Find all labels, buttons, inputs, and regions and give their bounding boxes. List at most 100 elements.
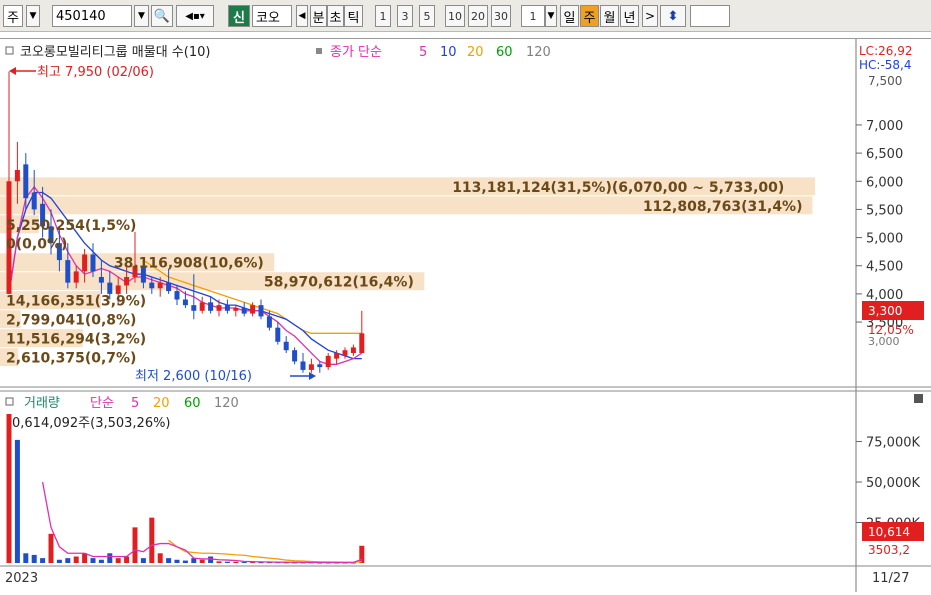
volume-bar <box>199 559 205 563</box>
low-annotation: 최저 2,600 (10/16) <box>135 369 252 384</box>
volume-bar <box>157 553 163 563</box>
interval-button-20[interactable]: 20 <box>468 5 488 27</box>
stock-name-field[interactable]: 코오 <box>252 5 292 27</box>
ma-legend-120: 120 <box>526 45 551 60</box>
candle-body <box>350 347 356 354</box>
candle-body <box>23 164 29 199</box>
candle-body <box>283 341 289 351</box>
new-listing-badge[interactable]: 신 <box>228 5 250 27</box>
candle-body <box>124 277 130 286</box>
interval-button-5[interactable]: 5 <box>419 5 435 27</box>
candle-body <box>334 353 340 359</box>
market-dropdown-icon[interactable]: ▼ <box>26 5 40 27</box>
volume-bar <box>56 559 62 563</box>
market-select[interactable]: 주 <box>3 5 23 27</box>
period-button-tick[interactable]: 틱 <box>344 5 363 27</box>
candle-body <box>342 350 348 356</box>
candle-body <box>65 260 71 283</box>
panel-close-icon[interactable] <box>914 394 923 403</box>
candle-body <box>216 305 222 311</box>
volume-bar <box>174 559 180 563</box>
volume-profile-label: 14,166,351(3,9%) <box>6 294 146 310</box>
interval-button-1[interactable]: 1 <box>375 5 391 27</box>
ma-legend-close: 종가 단순 <box>330 45 382 60</box>
volume-profile-label: 112,808,763(31,4%) <box>643 199 803 215</box>
volume-bar <box>115 558 121 563</box>
volume-legend-ma: 단순 <box>90 396 114 411</box>
x-axis-end-label: 11/27 <box>872 571 909 586</box>
unit-button-week[interactable]: 주 <box>580 5 599 27</box>
extra-input[interactable] <box>690 5 730 27</box>
interval-button-10[interactable]: 10 <box>445 5 465 27</box>
chart-svg[interactable]: 113,181,124(31,5%)(6,070,00 ~ 5,733,00) 1… <box>0 39 931 592</box>
market-label: 주 <box>7 10 19 26</box>
volume-bar <box>140 558 146 563</box>
volume-bar <box>48 533 54 563</box>
volume-profile-label: 2,799,041(0,8%) <box>6 313 136 329</box>
current-volume: 10,614 <box>868 525 910 539</box>
candle-body <box>308 364 314 370</box>
hc-label: HC:-58,4 <box>859 58 912 72</box>
ma-legend-60: 60 <box>496 45 513 60</box>
price-legend-title: 코오롱모빌리티그룹 매물대 수(10) <box>20 45 210 60</box>
volume-bar <box>6 414 12 563</box>
ma-legend-20: 20 <box>467 45 484 60</box>
chevron-left-icon[interactable]: ◀ <box>296 5 308 27</box>
candle-body <box>98 277 104 283</box>
stock-code-input[interactable]: 450140 <box>52 5 132 27</box>
volume-profile-label: 5,250,254(1,5%) <box>6 218 136 234</box>
volume-bar <box>224 561 230 563</box>
vertical-arrows-icon[interactable]: ⬍ <box>660 5 686 27</box>
ma-legend-5: 5 <box>419 45 427 60</box>
candle-body <box>157 282 163 289</box>
candle-body <box>208 302 214 311</box>
interval-button-30[interactable]: 30 <box>491 5 511 27</box>
candle-body <box>149 282 155 289</box>
interval-button-3[interactable]: 3 <box>397 5 413 27</box>
x-axis-start-label: 2023 <box>5 571 38 586</box>
code-dropdown-icon[interactable]: ▼ <box>134 5 149 27</box>
volume-max-annotation: 0,614,092주(3,503,26%) <box>12 416 171 431</box>
volume-bar <box>65 558 71 563</box>
candle-body <box>250 305 256 314</box>
candle-body <box>31 192 37 210</box>
stock-name-value: 코오 <box>256 10 280 26</box>
candle-body <box>224 305 230 311</box>
interval-dropdown-icon[interactable]: ▼ <box>545 5 557 27</box>
current-price: 3,300 <box>868 304 902 318</box>
volume-bar <box>90 558 96 563</box>
volume-bar <box>14 439 20 563</box>
unit-button-month[interactable]: 월 <box>600 5 619 27</box>
period-button-second[interactable]: 초 <box>327 5 344 27</box>
candle-body <box>317 364 323 368</box>
ma-legend-marker <box>316 48 322 54</box>
volume-legend-60: 60 <box>184 396 201 411</box>
volume-bar <box>241 562 247 564</box>
volume-bar <box>233 561 239 563</box>
unit-button-year[interactable]: 년 <box>620 5 639 27</box>
unit-button-day[interactable]: 일 <box>560 5 579 27</box>
volume-bar <box>132 527 138 563</box>
period-button-minute[interactable]: 분 <box>310 5 327 27</box>
price-tick-label: 7,000 <box>866 119 903 134</box>
speaker-icon[interactable]: ◀▪▾ <box>176 5 214 27</box>
search-icon[interactable]: 🔍 <box>151 5 173 27</box>
candle-body <box>107 282 113 294</box>
volume-profile-label: 11,516,294(3,2%) <box>6 332 146 348</box>
candle-body <box>166 282 172 292</box>
chart-area[interactable]: 113,181,124(31,5%)(6,070,00 ~ 5,733,00) 1… <box>0 38 931 592</box>
volume-legend-title: 거래량 <box>24 396 60 411</box>
interval-input[interactable]: 1 <box>521 5 545 27</box>
chevron-right-icon[interactable]: > <box>642 5 658 27</box>
volume-bar <box>149 517 155 563</box>
price-tick-label: 6,000 <box>866 175 903 190</box>
candle-body <box>233 307 239 311</box>
volume-bar <box>82 553 88 563</box>
candle-body <box>325 355 331 368</box>
candle-body <box>182 299 188 306</box>
volume-bar <box>216 561 222 563</box>
volume-axis: 75,000K50,000K25,000K <box>856 436 920 532</box>
price-tick-partial: 3,000 <box>868 335 900 348</box>
price-tick-label: 4,500 <box>866 260 903 275</box>
price-tick-top-partial: 7,500 <box>868 74 902 88</box>
